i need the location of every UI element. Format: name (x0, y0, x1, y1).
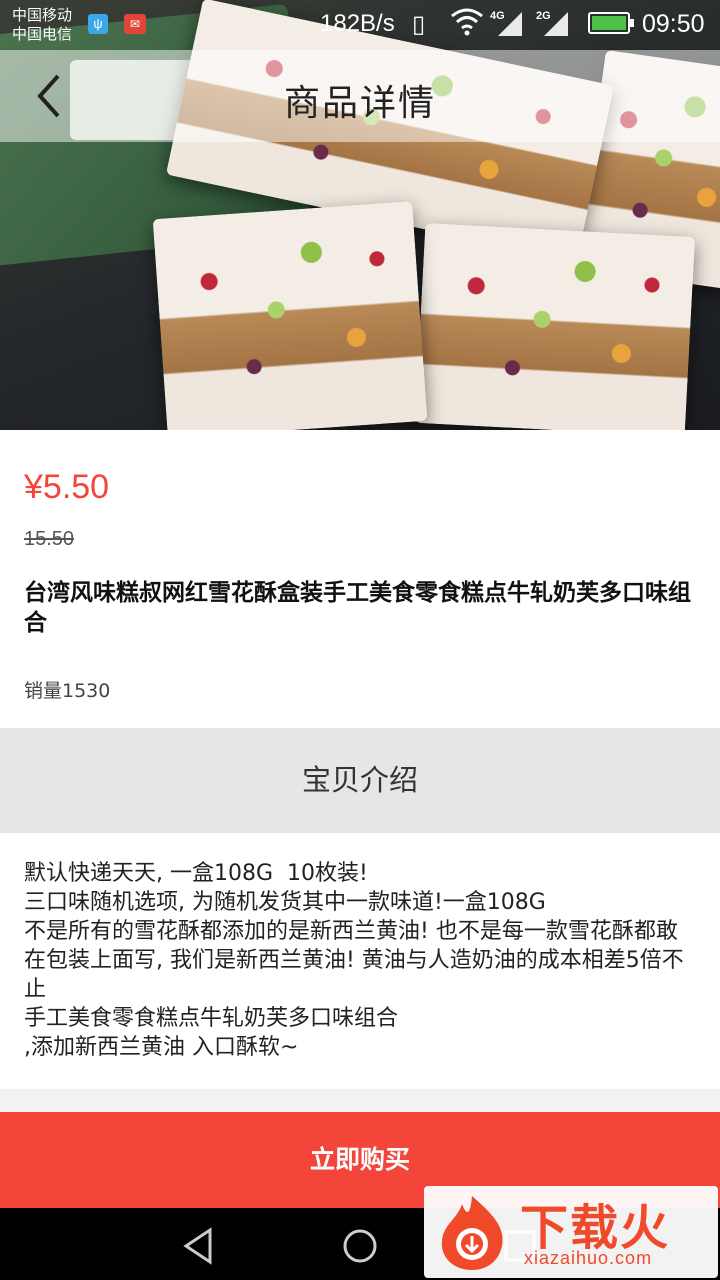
description-line: 默认快递天天, 一盒108G 10枚装! (24, 861, 368, 886)
description-text: 默认快递天天, 一盒108G 10枚装! 三口味随机选项, 为随机发货其中一款味… (24, 859, 696, 1062)
watermark-domain: xiazaihuo.com (524, 1248, 653, 1268)
description-line: 不是所有的雪花酥都添加的是新西兰黄油! 也不是每一款雪花酥都敢在包装上面写, 我… (24, 919, 684, 1002)
page-title: 商品详情 (283, 83, 436, 124)
vibrate-icon: ▯ (412, 11, 426, 38)
net-speed: 182B/s (320, 10, 395, 37)
description-line: 手工美食零食糕点牛轧奶芙多口味组合 (24, 1006, 399, 1031)
product-description: 默认快递天天, 一盒108G 10枚装! 三口味随机选项, 为随机发货其中一款味… (0, 833, 720, 1089)
nav-header: 商品详情 (0, 50, 720, 142)
watermark: 下载火 xiazaihuo.com (424, 1186, 718, 1278)
net-4g-label: 4G (490, 10, 505, 22)
battery-icon (588, 12, 634, 34)
carrier-1: 中国移动 (12, 7, 73, 24)
nougat-piece (152, 201, 428, 430)
status-bar: 中国移动 中国电信 ψ ✉ 182B/s ▯ 4G 2G 09:50 (0, 0, 720, 50)
net-2g-label: 2G (536, 10, 551, 22)
product-info-card: ¥5.50 15.50 台湾风味糕叔网红雪花酥盒装手工美食零食糕点牛轧奶芙多口味… (0, 430, 720, 728)
description-line: 三口味随机选项, 为随机发货其中一款味道!一盒108G (24, 890, 546, 915)
flame-logo-icon (441, 1196, 503, 1270)
battery-fill (592, 16, 626, 30)
wifi-icon (451, 8, 483, 36)
battery-tip (630, 19, 634, 27)
signal-4g-icon: 4G (490, 6, 524, 38)
signal-2g-icon: 2G (536, 6, 570, 38)
product-title: 台湾风味糕叔网红雪花酥盒装手工美食零食糕点牛轧奶芙多口味组合 (24, 580, 691, 636)
nav-home-icon[interactable] (340, 1226, 380, 1266)
section-header-intro: 宝贝介绍 (0, 728, 720, 833)
clock: 09:50 (642, 10, 705, 38)
nougat-piece (414, 223, 696, 430)
carrier-labels: 中国移动 中国电信 (12, 6, 72, 44)
carrier-2: 中国电信 (12, 26, 73, 43)
price-original: 15.50 (24, 528, 75, 550)
nav-back-icon[interactable] (180, 1226, 220, 1266)
usb-icon: ψ (88, 14, 108, 34)
description-line: ,添加新西兰黄油 入口酥软~ (24, 1035, 299, 1060)
sales-count: 销量1530 (24, 680, 111, 702)
notification-icon: ✉ (124, 14, 146, 34)
price-current: ¥5.50 (24, 468, 110, 506)
